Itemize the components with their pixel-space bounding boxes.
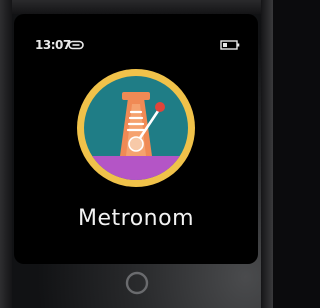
battery-icon — [220, 40, 240, 50]
bezel-top — [0, 0, 273, 14]
status-bar: 13:07 — [14, 14, 258, 52]
home-button-ring[interactable] — [124, 270, 150, 296]
metronome-icon[interactable] — [76, 68, 196, 188]
bezel-right — [261, 0, 273, 308]
status-time: 13:07 — [35, 38, 71, 52]
screen: 13:07 Metronom — [14, 14, 258, 264]
device-frame: 13:07 Metronom — [0, 0, 273, 308]
bezel-left — [0, 0, 12, 308]
app-label: Metronom — [78, 206, 194, 231]
link-icon — [68, 40, 84, 50]
